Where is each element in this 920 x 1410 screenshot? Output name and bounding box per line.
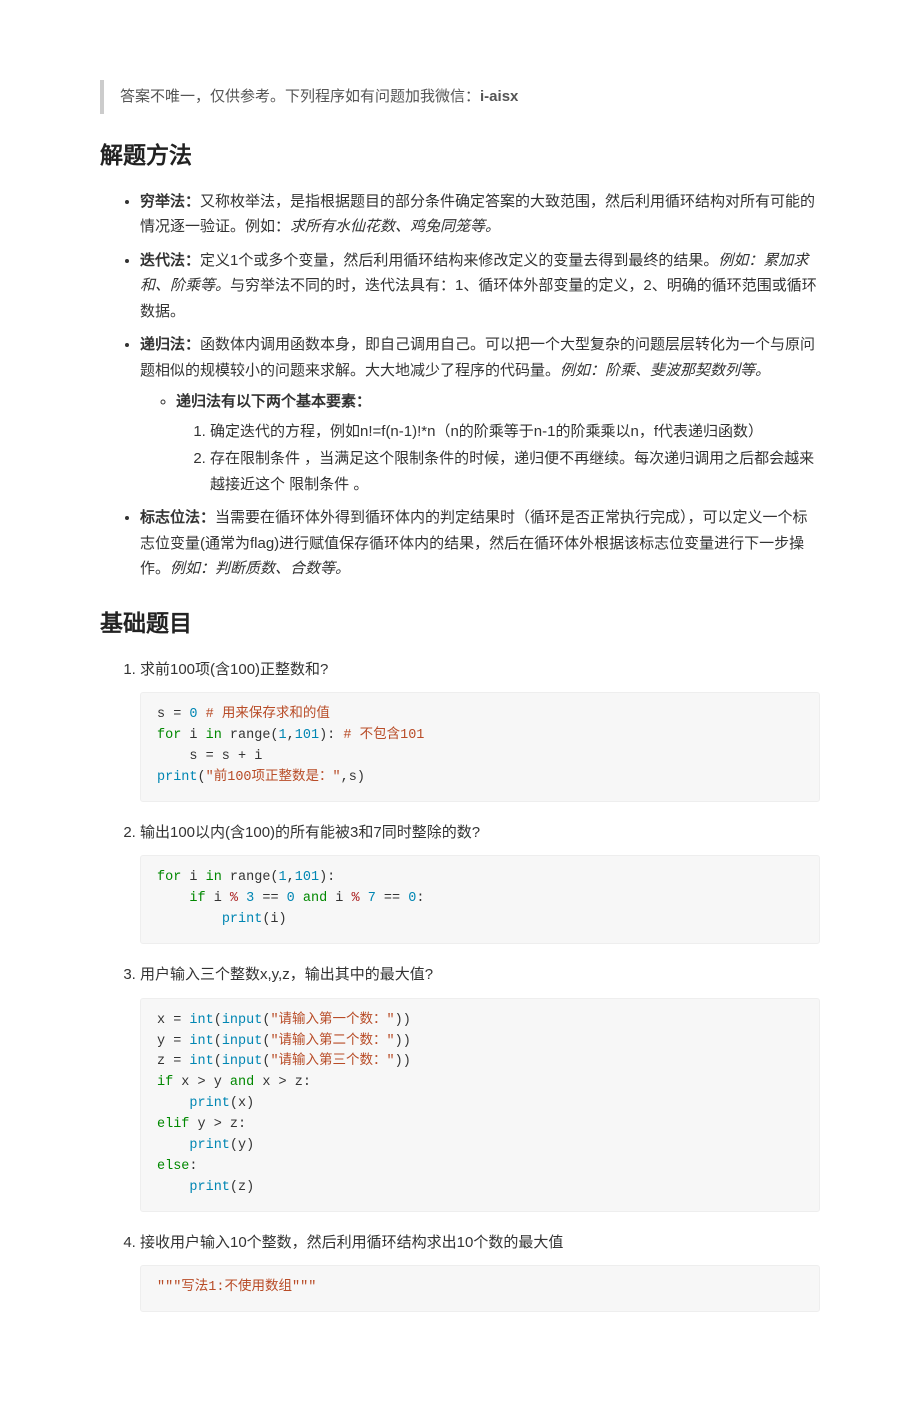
problem-text: 输出100以内(含100)的所有能被3和7同时整除的数?: [140, 820, 820, 846]
recursive-subtitle: 递归法有以下两个基本要素：: [176, 393, 371, 410]
recursive-element: 存在限制条件 ，当满足这个限制条件的时候，递归便不再继续。每次递归调用之后都会越…: [210, 446, 820, 497]
method-name: 标志位法：: [140, 509, 215, 526]
problem-4: 接收用户输入10个整数，然后利用循环结构求出10个数的最大值 """写法1:不使…: [140, 1230, 820, 1312]
recursive-element: 确定迭代的方程，例如n!=f(n-1)!*n（n的阶乘等于n-1的阶乘乘以n，f…: [210, 419, 820, 445]
method-flag: 标志位法：当需要在循环体外得到循环体内的判定结果时（循环是否正常执行完成），可以…: [140, 505, 820, 582]
recursive-elements-list: 确定迭代的方程，例如n!=f(n-1)!*n（n的阶乘等于n-1的阶乘乘以n，f…: [176, 419, 820, 498]
method-example: 例如：判断质数、合数等。: [170, 560, 350, 577]
problem-text: 求前100项(含100)正整数和?: [140, 657, 820, 683]
note-handle: i-aisx: [480, 88, 518, 105]
problem-text: 用户输入三个整数x,y,z，输出其中的最大值?: [140, 962, 820, 988]
code-block-1: s = 0 # 用来保存求和的值 for i in range(1,101): …: [140, 692, 820, 802]
method-recursive: 递归法：函数体内调用函数本身，即自己调用自己。可以把一个大型复杂的问题层层转化为…: [140, 332, 820, 497]
problem-text: 接收用户输入10个整数，然后利用循环结构求出10个数的最大值: [140, 1230, 820, 1256]
method-name: 穷举法：: [140, 193, 200, 210]
note-text: 答案不唯一，仅供参考。下列程序如有问题加我微信：: [120, 88, 480, 105]
method-body: 定义1个或多个变量，然后利用循环结构来修改定义的变量去得到最终的结果。: [200, 252, 718, 269]
recursive-subtitle-item: 递归法有以下两个基本要素： 确定迭代的方程，例如n!=f(n-1)!*n（n的阶…: [176, 389, 820, 497]
section-basic-title: 基础题目: [100, 604, 820, 643]
method-example: 例如：阶乘、斐波那契数列等。: [560, 362, 770, 379]
note-block: 答案不唯一，仅供参考。下列程序如有问题加我微信：i-aisx: [100, 80, 820, 114]
problem-1: 求前100项(含100)正整数和? s = 0 # 用来保存求和的值 for i…: [140, 657, 820, 802]
methods-list: 穷举法：又称枚举法，是指根据题目的部分条件确定答案的大致范围，然后利用循环结构对…: [100, 189, 820, 582]
method-exhaustive: 穷举法：又称枚举法，是指根据题目的部分条件确定答案的大致范围，然后利用循环结构对…: [140, 189, 820, 240]
code-block-3: x = int(input("请输入第一个数：")) y = int(input…: [140, 998, 820, 1212]
method-iterative: 迭代法：定义1个或多个变量，然后利用循环结构来修改定义的变量去得到最终的结果。例…: [140, 248, 820, 325]
code-block-2: for i in range(1,101): if i % 3 == 0 and…: [140, 855, 820, 944]
problem-3: 用户输入三个整数x,y,z，输出其中的最大值? x = int(input("请…: [140, 962, 820, 1212]
method-example: 求所有水仙花数、鸡兔同笼等。: [290, 218, 500, 235]
problem-2: 输出100以内(含100)的所有能被3和7同时整除的数? for i in ra…: [140, 820, 820, 944]
method-name: 迭代法：: [140, 252, 200, 269]
problems-list: 求前100项(含100)正整数和? s = 0 # 用来保存求和的值 for i…: [100, 657, 820, 1313]
method-name: 递归法：: [140, 336, 200, 353]
recursive-sublist: 递归法有以下两个基本要素： 确定迭代的方程，例如n!=f(n-1)!*n（n的阶…: [140, 389, 820, 497]
section-methods-title: 解题方法: [100, 136, 820, 175]
method-body2: 与穷举法不同的时，迭代法具有：1、循环体外部变量的定义，2、明确的循环范围或循环…: [140, 277, 817, 320]
code-block-4: """写法1:不使用数组""": [140, 1265, 820, 1312]
